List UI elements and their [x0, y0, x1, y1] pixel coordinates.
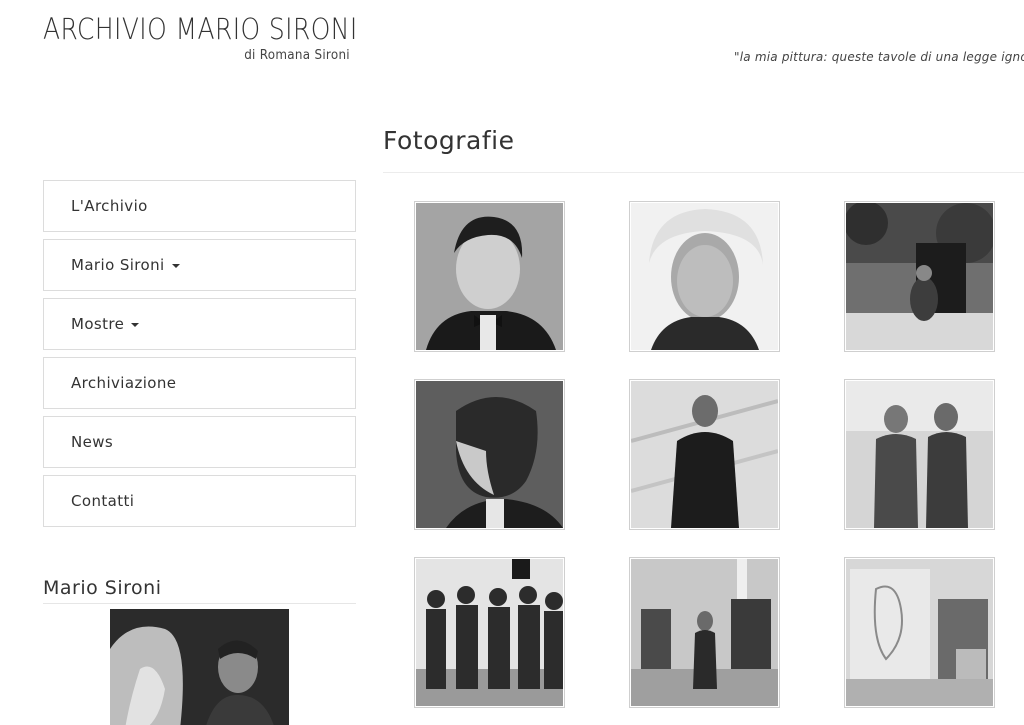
- gallery-photo[interactable]: [414, 201, 565, 352]
- nav-item-label: Contatti: [71, 492, 135, 510]
- soldiers-photo-image: [846, 381, 993, 528]
- page-title: Fotografie: [383, 126, 515, 155]
- header-quote: "la mia pittura: queste tavole di una le…: [734, 50, 1024, 64]
- sidebar-photo-image: [110, 609, 289, 725]
- nav-item-archiviazione[interactable]: Archiviazione: [43, 357, 356, 409]
- nav-item-label: Mario Sironi: [71, 256, 165, 274]
- gallery-photo[interactable]: [414, 379, 565, 530]
- gallery-photo[interactable]: [629, 379, 780, 530]
- studio-canvas-image: [846, 559, 993, 706]
- site-subtitle: di Romana Sironi: [244, 48, 350, 63]
- gallery-photo[interactable]: [844, 379, 995, 530]
- group-soldiers-image: [416, 559, 563, 706]
- portrait-image: [416, 203, 563, 350]
- nav-item-label: Mostre: [71, 315, 125, 333]
- nav-item-label: News: [71, 433, 114, 451]
- sidebar-heading: Mario Sironi: [43, 577, 356, 604]
- nav-item-label: Archiviazione: [71, 374, 177, 392]
- studio-photo-image: [631, 559, 778, 706]
- garden-photo-image: [846, 203, 993, 350]
- caret-down-icon: [171, 264, 180, 268]
- site-title[interactable]: ARCHIVIO MARIO SIRONI: [43, 12, 358, 46]
- gallery-photo[interactable]: [629, 201, 780, 352]
- nav-item-contatti[interactable]: Contatti: [43, 475, 356, 527]
- gallery-photo[interactable]: [629, 557, 780, 708]
- divider: [383, 172, 1024, 173]
- nav-item-label: L'Archivio: [71, 197, 148, 215]
- caret-down-icon: [131, 323, 140, 327]
- gallery-photo[interactable]: [844, 557, 995, 708]
- main-nav: L'Archivio Mario Sironi Mostre Archiviaz…: [43, 180, 356, 534]
- nav-item-mostre[interactable]: Mostre: [43, 298, 356, 350]
- portrait-image: [631, 203, 778, 350]
- profile-portrait-image: [416, 381, 563, 528]
- sidebar-photo: [110, 609, 289, 725]
- nav-item-news[interactable]: News: [43, 416, 356, 468]
- standing-man-image: [631, 381, 778, 528]
- nav-item-archivio[interactable]: L'Archivio: [43, 180, 356, 232]
- gallery-photo[interactable]: [844, 201, 995, 352]
- nav-item-mario-sironi[interactable]: Mario Sironi: [43, 239, 356, 291]
- gallery-photo[interactable]: [414, 557, 565, 708]
